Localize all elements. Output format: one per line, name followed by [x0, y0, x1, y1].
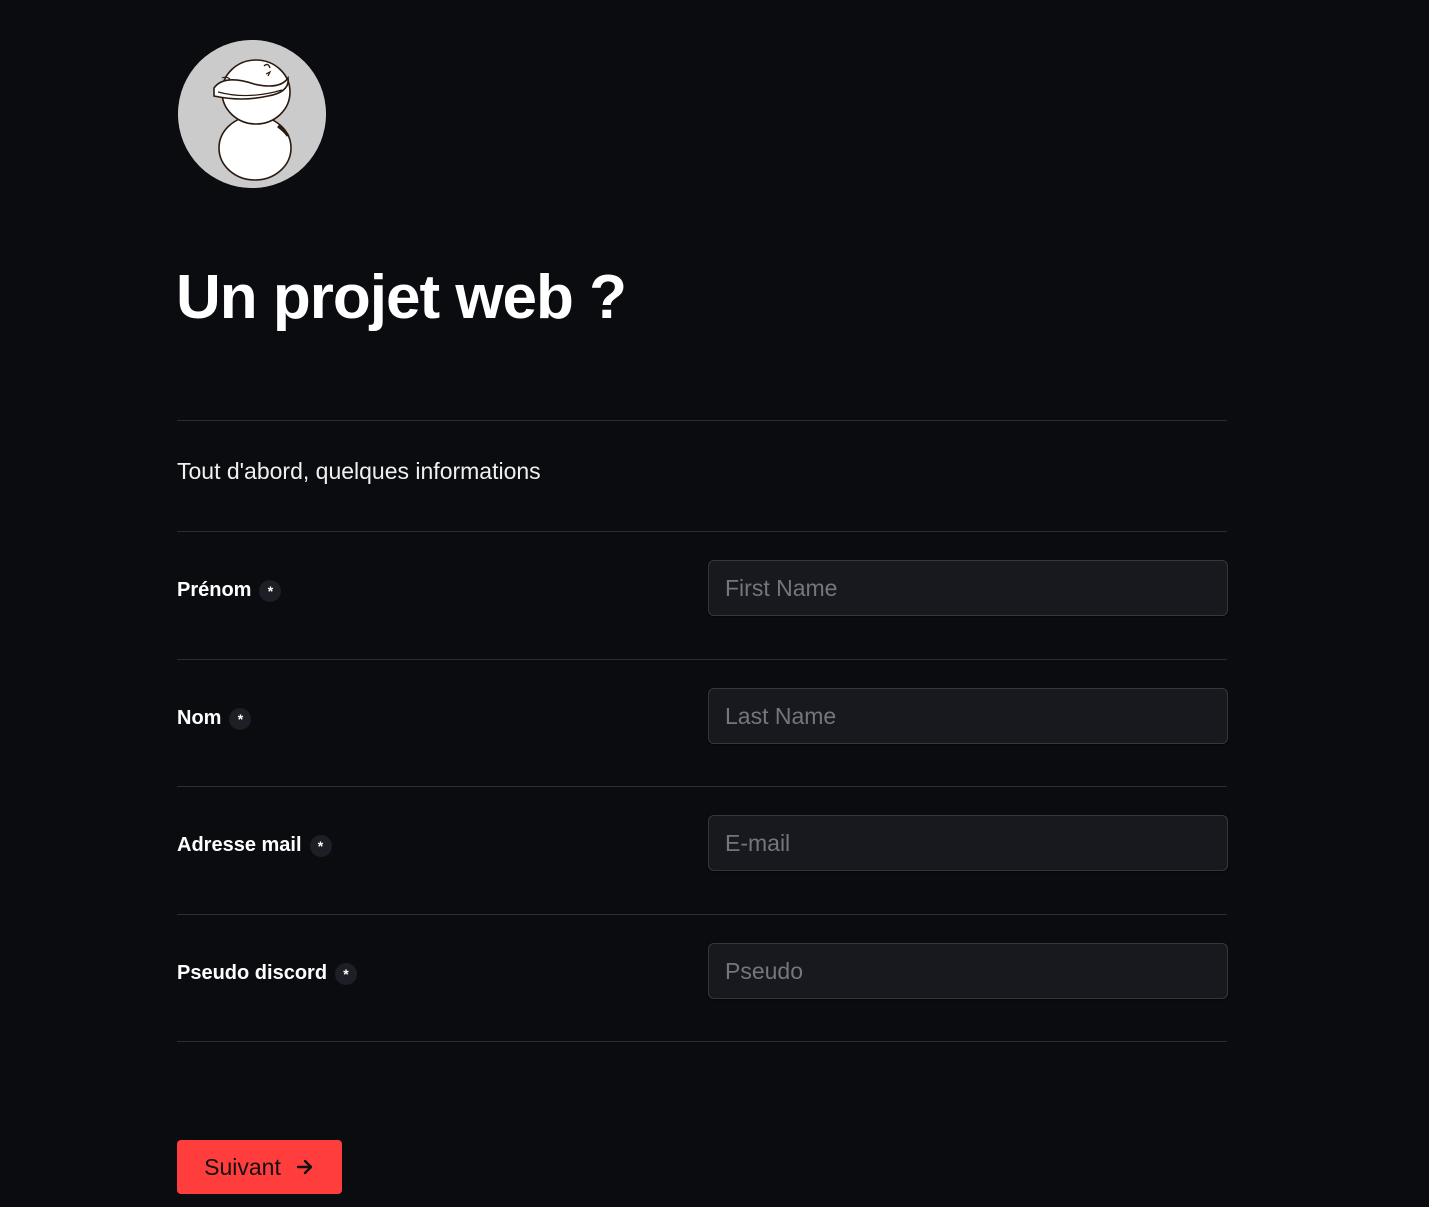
- email-input[interactable]: [708, 815, 1228, 871]
- required-badge: *: [229, 707, 252, 730]
- required-badge: *: [335, 962, 358, 985]
- required-badge: *: [309, 834, 332, 857]
- form-intro-text: Tout d'abord, quelques informations: [177, 458, 541, 484]
- last-name-label: Nom *: [177, 707, 252, 730]
- discord-pseudo-input[interactable]: [708, 943, 1228, 999]
- page: Un projet web ? Tout d'abord, quelques i…: [0, 0, 1429, 1207]
- page-title: Un projet web ?: [176, 263, 627, 332]
- last-name-label-text: Nom: [177, 707, 222, 729]
- last-name-input[interactable]: [708, 688, 1228, 744]
- divider: [177, 914, 1227, 915]
- next-button-label: Suivant: [204, 1153, 281, 1180]
- required-badge: *: [259, 579, 282, 602]
- divider: [177, 531, 1227, 532]
- first-name-label: Prénom *: [177, 579, 282, 602]
- next-button[interactable]: Suivant: [177, 1140, 342, 1194]
- email-label: Adresse mail *: [177, 834, 332, 857]
- email-label-text: Adresse mail: [177, 834, 302, 856]
- discord-label: Pseudo discord *: [177, 962, 358, 985]
- discord-label-text: Pseudo discord: [177, 962, 328, 984]
- divider: [177, 420, 1227, 421]
- divider: [177, 1041, 1227, 1042]
- divider: [177, 786, 1227, 787]
- divider: [177, 659, 1227, 660]
- duck-avatar-icon: [178, 40, 326, 188]
- arrow-right-icon: [295, 1157, 315, 1177]
- first-name-input[interactable]: [708, 560, 1228, 616]
- first-name-label-text: Prénom: [177, 579, 252, 601]
